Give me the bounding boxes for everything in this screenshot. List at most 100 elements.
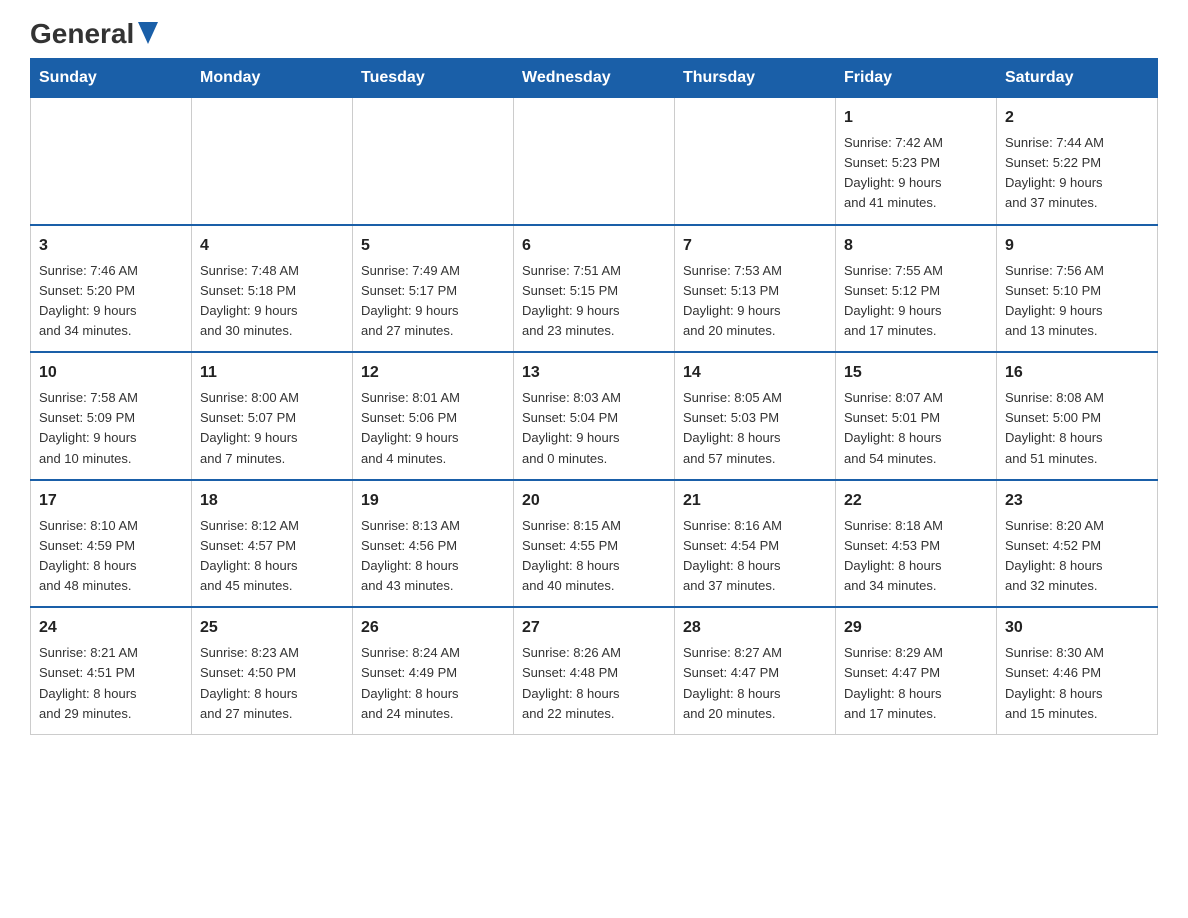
calendar-cell: 14 Sunrise: 8:05 AM Sunset: 5:03 PM Dayli… [675, 352, 836, 480]
day-info: Sunrise: 8:07 AM Sunset: 5:01 PM Dayligh… [844, 388, 988, 469]
day-number: 11 [200, 361, 344, 385]
day-info: Sunrise: 8:10 AM Sunset: 4:59 PM Dayligh… [39, 516, 183, 597]
day-number: 23 [1005, 489, 1149, 513]
day-info: Sunrise: 8:08 AM Sunset: 5:00 PM Dayligh… [1005, 388, 1149, 469]
day-info: Sunrise: 8:30 AM Sunset: 4:46 PM Dayligh… [1005, 643, 1149, 724]
calendar-cell: 22Sunrise: 8:18 AM Sunset: 4:53 PM Dayli… [836, 480, 997, 608]
calendar-cell: 23Sunrise: 8:20 AM Sunset: 4:52 PM Dayli… [997, 480, 1158, 608]
day-number: 20 [522, 489, 666, 513]
weekday-header-sunday: Sunday [31, 59, 192, 98]
calendar-week-4: 17 Sunrise: 8:10 AM Sunset: 4:59 PM Dayli… [31, 480, 1158, 608]
day-number: 14 [683, 361, 827, 385]
calendar-cell: 9Sunrise: 7:56 AM Sunset: 5:10 PM Daylig… [997, 225, 1158, 353]
day-number: 4 [200, 234, 344, 258]
calendar-cell: 11 Sunrise: 8:00 AM Sunset: 5:07 PM Dayli… [192, 352, 353, 480]
day-info: Sunrise: 7:58 AM Sunset: 5:09 PM Dayligh… [39, 388, 183, 469]
day-info: Sunrise: 7:46 AM Sunset: 5:20 PM Dayligh… [39, 261, 183, 342]
day-info: Sunrise: 8:00 AM Sunset: 5:07 PM Dayligh… [200, 388, 344, 469]
calendar-cell: 12 Sunrise: 8:01 AM Sunset: 5:06 PM Dayli… [353, 352, 514, 480]
calendar-cell: 13 Sunrise: 8:03 AM Sunset: 5:04 PM Dayli… [514, 352, 675, 480]
day-number: 8 [844, 234, 988, 258]
calendar-cell: 25 Sunrise: 8:23 AM Sunset: 4:50 PM Dayli… [192, 607, 353, 734]
calendar-cell: 1Sunrise: 7:42 AM Sunset: 5:23 PM Daylig… [836, 98, 997, 225]
day-info: Sunrise: 8:16 AM Sunset: 4:54 PM Dayligh… [683, 516, 827, 597]
calendar-cell: 2 Sunrise: 7:44 AM Sunset: 5:22 PM Daylig… [997, 98, 1158, 225]
calendar-cell [514, 98, 675, 225]
calendar-cell: 20 Sunrise: 8:15 AM Sunset: 4:55 PM Dayli… [514, 480, 675, 608]
calendar-cell: 10 Sunrise: 7:58 AM Sunset: 5:09 PM Dayli… [31, 352, 192, 480]
day-info: Sunrise: 7:53 AM Sunset: 5:13 PM Dayligh… [683, 261, 827, 342]
day-info: Sunrise: 8:01 AM Sunset: 5:06 PM Dayligh… [361, 388, 505, 469]
day-number: 28 [683, 616, 827, 640]
calendar-week-1: 1Sunrise: 7:42 AM Sunset: 5:23 PM Daylig… [31, 98, 1158, 225]
calendar-cell [675, 98, 836, 225]
calendar-cell: 3Sunrise: 7:46 AM Sunset: 5:20 PM Daylig… [31, 225, 192, 353]
day-number: 29 [844, 616, 988, 640]
day-info: Sunrise: 7:55 AM Sunset: 5:12 PM Dayligh… [844, 261, 988, 342]
calendar-cell: 4 Sunrise: 7:48 AM Sunset: 5:18 PM Daylig… [192, 225, 353, 353]
calendar-cell: 15 Sunrise: 8:07 AM Sunset: 5:01 PM Dayli… [836, 352, 997, 480]
calendar-cell: 17 Sunrise: 8:10 AM Sunset: 4:59 PM Dayli… [31, 480, 192, 608]
day-number: 17 [39, 489, 183, 513]
day-number: 7 [683, 234, 827, 258]
calendar-cell: 19 Sunrise: 8:13 AM Sunset: 4:56 PM Dayli… [353, 480, 514, 608]
day-info: Sunrise: 8:24 AM Sunset: 4:49 PM Dayligh… [361, 643, 505, 724]
weekday-header-monday: Monday [192, 59, 353, 98]
calendar-week-5: 24Sunrise: 8:21 AM Sunset: 4:51 PM Dayli… [31, 607, 1158, 734]
calendar-cell [31, 98, 192, 225]
calendar-cell: 24Sunrise: 8:21 AM Sunset: 4:51 PM Dayli… [31, 607, 192, 734]
day-number: 10 [39, 361, 183, 385]
calendar-cell: 28 Sunrise: 8:27 AM Sunset: 4:47 PM Dayli… [675, 607, 836, 734]
weekday-header-tuesday: Tuesday [353, 59, 514, 98]
day-number: 19 [361, 489, 505, 513]
day-info: Sunrise: 8:12 AM Sunset: 4:57 PM Dayligh… [200, 516, 344, 597]
day-number: 13 [522, 361, 666, 385]
weekday-header-friday: Friday [836, 59, 997, 98]
day-info: Sunrise: 8:13 AM Sunset: 4:56 PM Dayligh… [361, 516, 505, 597]
day-number: 2 [1005, 106, 1149, 130]
day-number: 27 [522, 616, 666, 640]
day-number: 26 [361, 616, 505, 640]
day-info: Sunrise: 8:26 AM Sunset: 4:48 PM Dayligh… [522, 643, 666, 724]
day-info: Sunrise: 8:23 AM Sunset: 4:50 PM Dayligh… [200, 643, 344, 724]
logo: General [30, 20, 158, 48]
day-info: Sunrise: 8:05 AM Sunset: 5:03 PM Dayligh… [683, 388, 827, 469]
day-number: 24 [39, 616, 183, 640]
day-info: Sunrise: 7:51 AM Sunset: 5:15 PM Dayligh… [522, 261, 666, 342]
weekday-header-thursday: Thursday [675, 59, 836, 98]
weekday-header-wednesday: Wednesday [514, 59, 675, 98]
day-number: 5 [361, 234, 505, 258]
day-number: 30 [1005, 616, 1149, 640]
calendar-cell: 29 Sunrise: 8:29 AM Sunset: 4:47 PM Dayli… [836, 607, 997, 734]
day-number: 21 [683, 489, 827, 513]
calendar-cell: 18Sunrise: 8:12 AM Sunset: 4:57 PM Dayli… [192, 480, 353, 608]
calendar-cell: 6 Sunrise: 7:51 AM Sunset: 5:15 PM Daylig… [514, 225, 675, 353]
weekday-header-saturday: Saturday [997, 59, 1158, 98]
day-info: Sunrise: 8:03 AM Sunset: 5:04 PM Dayligh… [522, 388, 666, 469]
day-number: 9 [1005, 234, 1149, 258]
day-number: 6 [522, 234, 666, 258]
calendar-week-2: 3Sunrise: 7:46 AM Sunset: 5:20 PM Daylig… [31, 225, 1158, 353]
day-info: Sunrise: 7:44 AM Sunset: 5:22 PM Dayligh… [1005, 133, 1149, 214]
calendar-table: SundayMondayTuesdayWednesdayThursdayFrid… [30, 58, 1158, 735]
day-info: Sunrise: 8:18 AM Sunset: 4:53 PM Dayligh… [844, 516, 988, 597]
day-info: Sunrise: 7:49 AM Sunset: 5:17 PM Dayligh… [361, 261, 505, 342]
calendar-cell: 16 Sunrise: 8:08 AM Sunset: 5:00 PM Dayli… [997, 352, 1158, 480]
day-number: 25 [200, 616, 344, 640]
calendar-cell [353, 98, 514, 225]
calendar-cell: 30 Sunrise: 8:30 AM Sunset: 4:46 PM Dayli… [997, 607, 1158, 734]
weekday-header-row: SundayMondayTuesdayWednesdayThursdayFrid… [31, 59, 1158, 98]
logo-line1: General [30, 20, 158, 48]
calendar-cell [192, 98, 353, 225]
calendar-cell: 7 Sunrise: 7:53 AM Sunset: 5:13 PM Daylig… [675, 225, 836, 353]
day-number: 1 [844, 106, 988, 130]
day-number: 15 [844, 361, 988, 385]
page-header: General [30, 20, 1158, 48]
day-number: 16 [1005, 361, 1149, 385]
calendar-cell: 27 Sunrise: 8:26 AM Sunset: 4:48 PM Dayli… [514, 607, 675, 734]
day-number: 12 [361, 361, 505, 385]
day-info: Sunrise: 8:15 AM Sunset: 4:55 PM Dayligh… [522, 516, 666, 597]
day-info: Sunrise: 7:48 AM Sunset: 5:18 PM Dayligh… [200, 261, 344, 342]
day-info: Sunrise: 8:27 AM Sunset: 4:47 PM Dayligh… [683, 643, 827, 724]
day-info: Sunrise: 8:29 AM Sunset: 4:47 PM Dayligh… [844, 643, 988, 724]
